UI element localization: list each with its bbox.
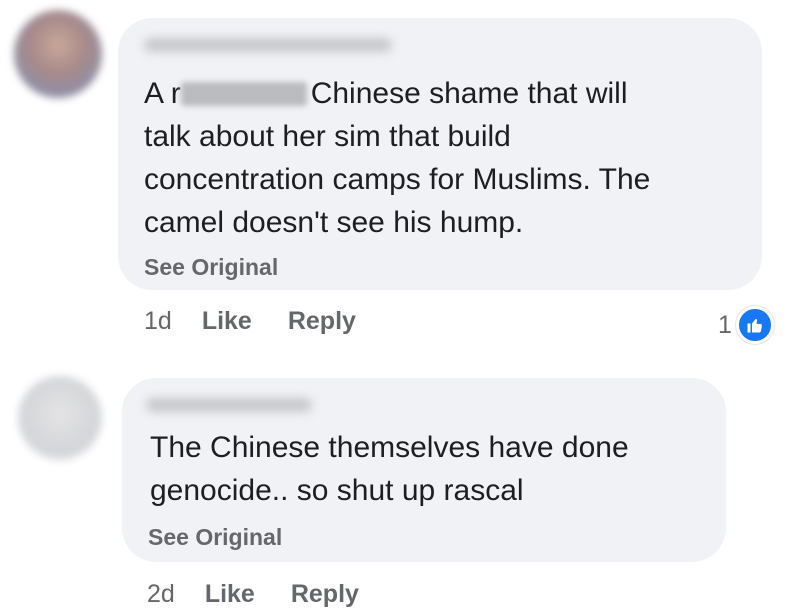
comment-bubble: A r Chinese shame that will talk about her…: [118, 18, 762, 290]
comment-thread: A r Chinese shame that will talk about her…: [0, 0, 800, 614]
comment-text-line: genocide.. so shut up rascal: [150, 474, 524, 507]
comment-text-prefix: A r: [144, 77, 181, 110]
like-button[interactable]: Like: [205, 580, 255, 609]
reply-button[interactable]: Reply: [288, 307, 356, 336]
comment-text-line: concentration camps for Muslims. The: [144, 163, 651, 196]
timestamp[interactable]: 1d: [144, 307, 172, 336]
comment-bubble: The Chinese themselves have done genocide…: [122, 378, 726, 562]
comment-text: A r Chinese shame that will talk about her…: [144, 72, 650, 244]
avatar[interactable]: [18, 376, 102, 460]
timestamp[interactable]: 2d: [147, 580, 175, 609]
redacted-word: [180, 82, 307, 106]
reply-button[interactable]: Reply: [291, 580, 359, 609]
reaction-summary[interactable]: 1: [718, 306, 774, 344]
avatar[interactable]: [14, 10, 102, 98]
reaction-count: 1: [718, 310, 732, 339]
see-original-link[interactable]: See Original: [144, 254, 278, 281]
author-name-redacted[interactable]: [146, 398, 312, 412]
comment-actions: 2d Like Reply: [147, 580, 395, 609]
comment-text: The Chinese themselves have done genocide…: [150, 426, 629, 512]
comment-text-line: Chinese shame that will: [310, 77, 628, 110]
thumbs-up-icon: [735, 306, 774, 344]
comment-text-line: camel doesn't see his hump.: [144, 206, 524, 239]
comment-actions: 1d Like Reply: [144, 307, 392, 336]
author-name-redacted[interactable]: [144, 38, 392, 52]
comment-text-line: talk about her sim that build: [144, 120, 511, 153]
see-original-link[interactable]: See Original: [148, 524, 282, 551]
like-button[interactable]: Like: [202, 307, 252, 336]
comment-text-line: The Chinese themselves have done: [150, 431, 629, 464]
